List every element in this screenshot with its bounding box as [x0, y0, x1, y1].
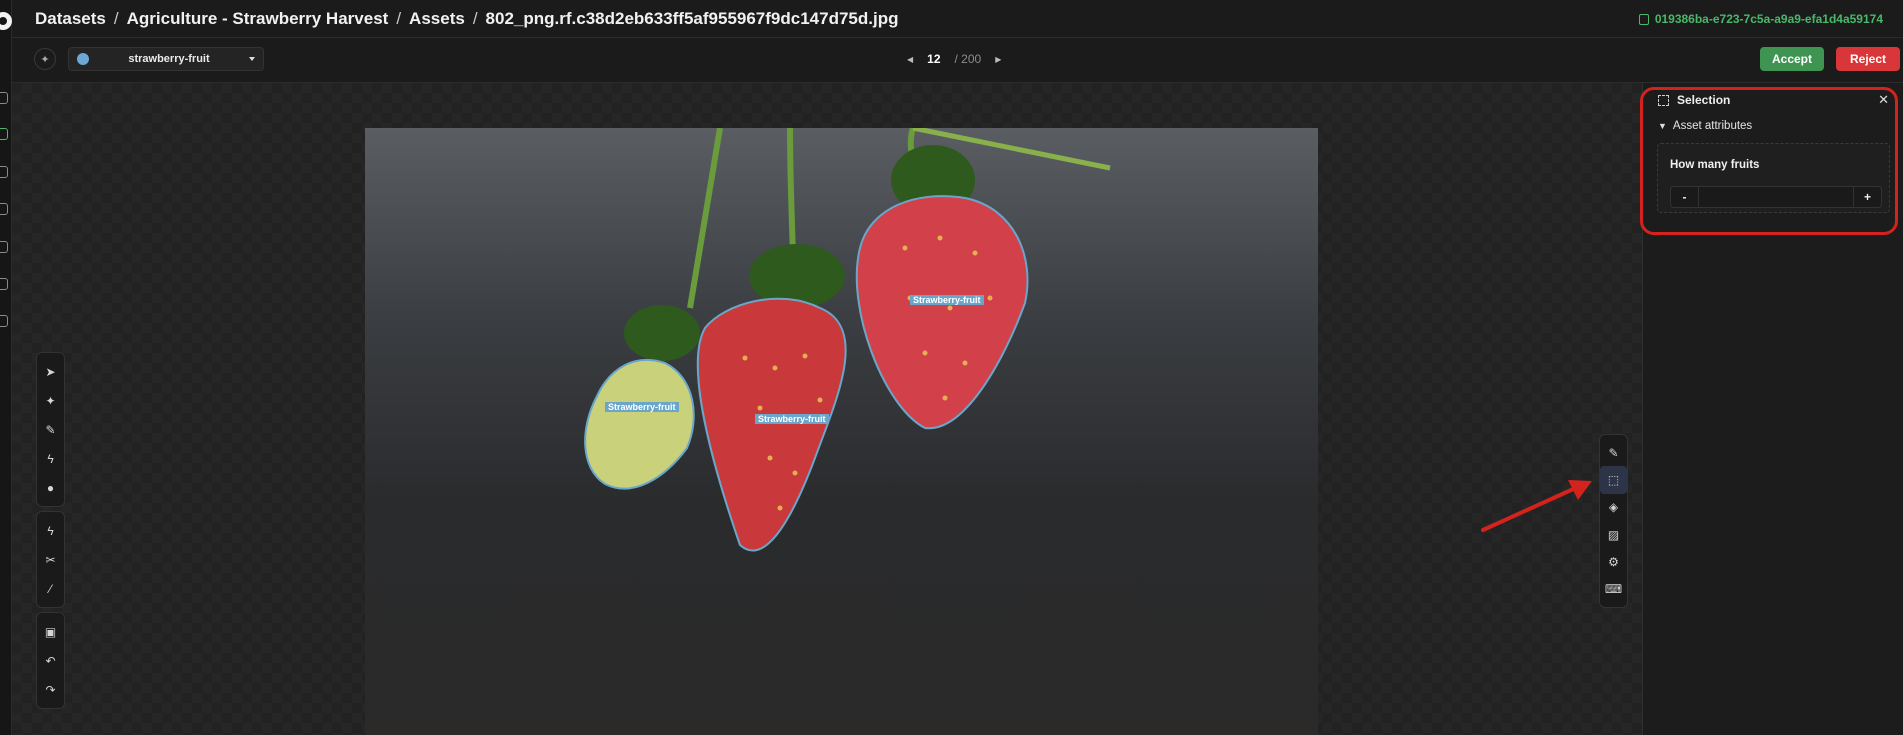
- bolt-icon[interactable]: ϟ: [37, 516, 64, 545]
- decrement-button[interactable]: -: [1671, 187, 1699, 207]
- reject-button[interactable]: Reject: [1836, 47, 1900, 71]
- annotations-icon[interactable]: [0, 166, 8, 178]
- image-icon[interactable]: ▨: [1600, 521, 1627, 548]
- panel-header: Selection: [1658, 93, 1730, 107]
- previous-page-icon[interactable]: ◀: [907, 55, 913, 64]
- nav-rail: [0, 0, 12, 735]
- next-page-icon[interactable]: ▶: [995, 55, 1001, 64]
- asset-attributes-toggle[interactable]: ▼ Asset attributes: [1658, 120, 1752, 132]
- current-page: 12: [927, 52, 941, 66]
- breadcrumb-datasets[interactable]: Datasets: [35, 9, 106, 29]
- breadcrumb-separator: /: [113, 8, 119, 28]
- strawberry-photo: [584, 128, 1111, 552]
- pin-icon[interactable]: ✦: [37, 386, 64, 415]
- scissors-icon[interactable]: ✂: [37, 545, 64, 574]
- polygon-strawberry-2: [696, 297, 847, 552]
- signpost-icon[interactable]: [0, 315, 8, 327]
- redo-icon[interactable]: ↷: [37, 675, 64, 704]
- asset-id-text: 019386ba-e723-7c5a-a9a9-efa1d4a59174: [1654, 12, 1883, 26]
- asset-id[interactable]: 019386ba-e723-7c5a-a9a9-efa1d4a59174: [1638, 12, 1883, 26]
- logo-icon[interactable]: [0, 12, 12, 30]
- breadcrumb-dataset-name[interactable]: Agriculture - Strawberry Harvest: [127, 9, 389, 29]
- keyboard-icon[interactable]: ⌨: [1600, 576, 1627, 603]
- tool-group-edit: ϟ ✂ ⁄: [36, 511, 65, 608]
- polygon-strawberry-1: [584, 358, 695, 490]
- datasets-icon[interactable]: [0, 92, 8, 104]
- accept-button[interactable]: Accept: [1760, 47, 1824, 71]
- pin-icon[interactable]: ✦: [34, 48, 56, 70]
- tool-palette: ➤ ✦ ✎ ϟ ● ϟ ✂ ⁄ ▣ ↶ ↷: [36, 352, 65, 709]
- tool-group-history: ▣ ↶ ↷: [36, 612, 65, 709]
- red-arrow-annotation: [1481, 480, 1592, 532]
- annotation-toolbar: ✦ strawberry-fruit ◀ 12 / 200 ▶ Accept R…: [12, 38, 1903, 83]
- class-color-dot: [77, 53, 89, 65]
- magic-wand-icon[interactable]: ϟ: [37, 444, 64, 473]
- annotation-canvas[interactable]: [12, 83, 1642, 735]
- asset-image: [365, 128, 1318, 735]
- tool-group-draw: ➤ ✦ ✎ ϟ ●: [36, 352, 65, 507]
- undo-icon[interactable]: ↶: [37, 646, 64, 675]
- asset-attributes-label: Asset attributes: [1672, 120, 1753, 132]
- brush-icon[interactable]: ⁄: [37, 574, 64, 603]
- settings-icon[interactable]: ⚙: [1600, 548, 1627, 575]
- polygon-strawberry-3: [855, 195, 1029, 430]
- selection-panel: Selection ✕ ▼ Asset attributes How many …: [1642, 83, 1903, 735]
- close-icon[interactable]: ✕: [1878, 92, 1889, 108]
- annotation-label[interactable]: Strawberry-fruit: [755, 414, 829, 424]
- edit-icon[interactable]: ✎: [1600, 439, 1627, 466]
- copy-icon[interactable]: [1638, 13, 1649, 25]
- total-pages: / 200: [954, 52, 982, 66]
- breadcrumb-assets[interactable]: Assets: [409, 9, 465, 29]
- fruit-count-stepper[interactable]: - +: [1670, 186, 1882, 208]
- save-icon[interactable]: ▣: [37, 617, 64, 646]
- chevron-down-icon: [249, 57, 255, 61]
- breadcrumb-asset-name: 802_png.rf.c38d2eb633ff5af955967f9dc147d…: [485, 8, 899, 28]
- annotation-label[interactable]: Strawberry-fruit: [605, 402, 679, 412]
- point-icon[interactable]: ●: [37, 473, 64, 502]
- increment-button[interactable]: +: [1853, 187, 1881, 207]
- images-icon[interactable]: [0, 128, 8, 140]
- class-selector-value: strawberry-fruit: [128, 53, 210, 65]
- selection-icon: [1658, 94, 1669, 106]
- settings-icon[interactable]: [0, 278, 8, 290]
- upload-icon[interactable]: [0, 241, 8, 253]
- breadcrumb: Datasets / Agriculture - Strawberry Harv…: [35, 9, 898, 29]
- pencil-icon[interactable]: ✎: [37, 415, 64, 444]
- panel-title: Selection: [1677, 93, 1731, 107]
- breadcrumb-separator: /: [396, 8, 402, 28]
- class-selector[interactable]: strawberry-fruit: [68, 47, 264, 71]
- attribute-label: How many fruits: [1670, 159, 1760, 171]
- triangle-down-icon: ▼: [1658, 121, 1667, 131]
- panel-toolbar: ✎ ⬚ ◈ ▨ ⚙ ⌨: [1599, 434, 1628, 608]
- layers-icon[interactable]: [0, 203, 8, 215]
- breadcrumb-separator: /: [472, 8, 478, 28]
- selection-icon[interactable]: ⬚: [1600, 466, 1627, 494]
- pager: ◀ 12 / 200 ▶: [907, 52, 1001, 66]
- pointer-icon[interactable]: ➤: [37, 357, 64, 386]
- top-bar: Datasets / Agriculture - Strawberry Harv…: [12, 0, 1903, 38]
- annotation-label[interactable]: Strawberry-fruit: [910, 295, 984, 305]
- attribute-card: How many fruits - +: [1657, 143, 1890, 213]
- layers-icon[interactable]: ◈: [1600, 494, 1627, 521]
